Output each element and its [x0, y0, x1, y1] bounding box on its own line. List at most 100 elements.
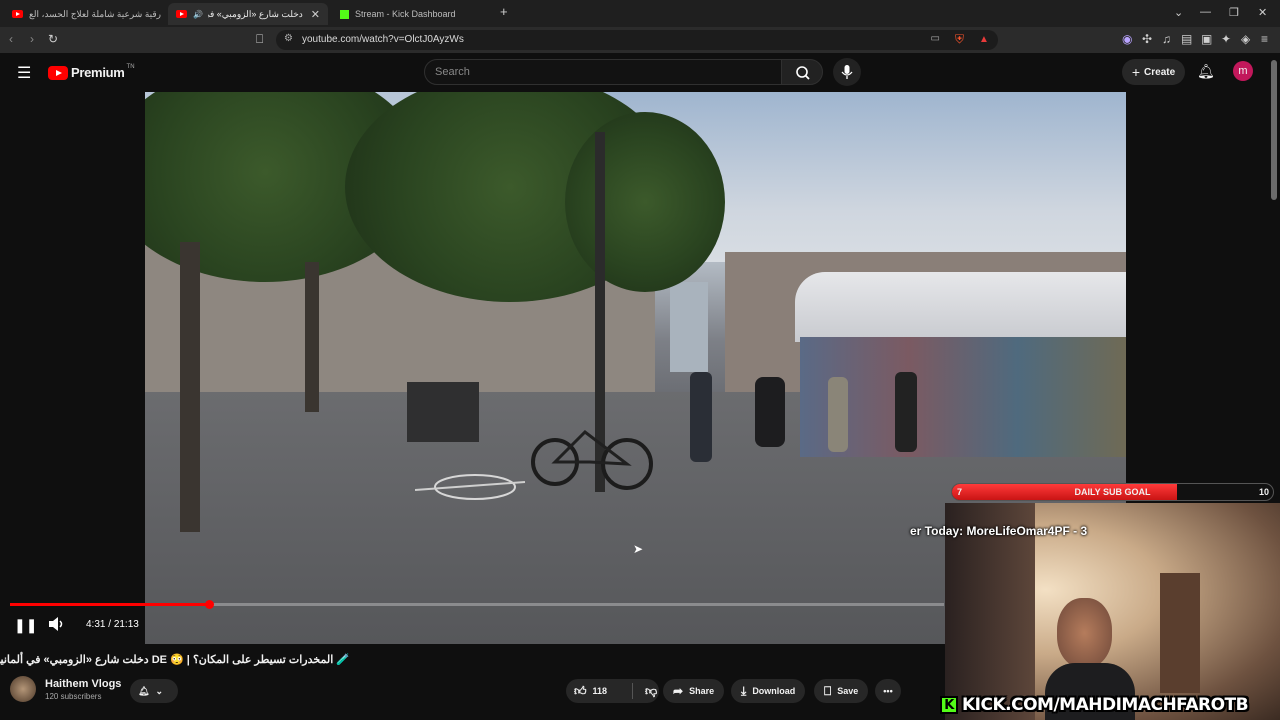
video-pedestrian: [828, 377, 848, 452]
speaker-icon: 🔊: [193, 9, 203, 19]
maximize-button[interactable]: ❐: [1229, 6, 1239, 19]
time-display: 4:31 / 21:13: [86, 619, 139, 630]
logo-text: Premium: [71, 65, 125, 80]
bell-icon: 🔔︎: [138, 685, 150, 696]
webcam-streamer-face: [1057, 598, 1112, 668]
tab-kick-dashboard[interactable]: Stream - Kick Dashboard: [332, 3, 497, 25]
download-icon: ⤓: [741, 683, 747, 698]
wallet-icon[interactable]: ▣: [1201, 32, 1212, 46]
browser-address-bar: ‹ › ↻ ⎕ ⚙ youtube.com/watch?v=OlctJ0AyzW…: [0, 27, 1280, 53]
youtube-header: ☰ Premium TN Search + Create 🔔︎ m: [0, 53, 1280, 92]
video-graffiti-wall: [800, 337, 1126, 457]
extension-icon[interactable]: ◉: [1122, 32, 1132, 46]
forward-icon[interactable]: ›: [30, 32, 34, 46]
account-avatar[interactable]: m: [1233, 61, 1253, 81]
cast-icon[interactable]: ▭: [931, 33, 940, 44]
progress-scrubber[interactable]: [204, 600, 214, 609]
avatar-letter: m: [1238, 65, 1248, 77]
share-icon: ➦: [673, 684, 684, 698]
tab-title: أقوى رقية شرعية شاملة لعلاج الحسد، الع: [29, 8, 164, 19]
time-separator: /: [108, 619, 112, 630]
video-tower: [670, 282, 708, 372]
volume-icon[interactable]: [48, 617, 66, 631]
kick-url-banner: K KICK.COM/MAHDIMACHFAROTB: [940, 690, 1280, 720]
video-tree-trunk: [305, 262, 319, 412]
like-dislike-group: 👍︎ 118 👎︎: [566, 679, 659, 703]
page-scrollbar[interactable]: [1271, 60, 1277, 200]
url-text: youtube.com/watch?v=OlctJ0AyzWs: [302, 34, 464, 45]
search-placeholder: Search: [435, 66, 470, 78]
goal-label: DAILY SUB GOAL: [1074, 487, 1151, 497]
channel-avatar[interactable]: [10, 676, 36, 702]
youtube-logo[interactable]: Premium TN: [48, 63, 135, 80]
music-icon[interactable]: ♫: [1162, 32, 1171, 46]
microphone-icon: [841, 65, 853, 79]
sidebar-icon[interactable]: ▤: [1181, 32, 1192, 46]
close-icon[interactable]: ✕: [311, 8, 320, 21]
share-label: Share: [689, 686, 715, 696]
chevron-down-icon: ⌄: [155, 685, 163, 696]
create-label: Create: [1144, 66, 1176, 78]
progress-bar[interactable]: [10, 600, 944, 609]
like-count: 118: [592, 686, 608, 696]
back-icon[interactable]: ‹: [9, 32, 13, 46]
kick-url-text: KICK.COM/MAHDIMACHFAROTB: [962, 695, 1249, 715]
brave-shield-icon[interactable]: ⛨: [955, 32, 964, 47]
mouse-cursor: ➤: [633, 542, 644, 556]
search-input[interactable]: Search: [424, 59, 782, 85]
chevron-down-icon[interactable]: ⌄: [1174, 6, 1183, 19]
video-tree: [565, 112, 725, 292]
time-current: 4:31: [86, 619, 106, 630]
share-button[interactable]: ➦ Share: [663, 679, 725, 703]
channel-name[interactable]: Haithem Vlogs: [45, 678, 121, 690]
webcam-door: [1160, 573, 1200, 693]
voice-search-button[interactable]: [833, 58, 861, 86]
subscribe-bell-button[interactable]: 🔔︎ ⌄: [130, 679, 178, 703]
subscriber-count: 120 subscribers: [45, 692, 102, 701]
create-button[interactable]: + Create: [1122, 59, 1185, 85]
thumbs-down-icon[interactable]: 👎︎: [645, 684, 657, 699]
new-tab-button[interactable]: +: [500, 4, 508, 19]
bookmark-icon: ⎕: [824, 683, 832, 698]
rewards-icon[interactable]: ▲: [979, 34, 989, 45]
youtube-play-icon: [48, 65, 68, 80]
close-window-button[interactable]: ✕: [1258, 6, 1267, 19]
sub-ticker: er Today: MoreLifeOmar4PF - 3: [910, 524, 1088, 538]
tab-title: Stream - Kick Dashboard: [355, 9, 456, 19]
daily-sub-goal-bar: 7 DAILY SUB GOAL 10: [951, 483, 1274, 501]
sparkle-icon[interactable]: ✦: [1221, 32, 1231, 46]
pause-icon[interactable]: ❚❚: [14, 617, 37, 634]
video-pedestrian: [895, 372, 917, 452]
tab-ruqyah[interactable]: أقوى رقية شرعية شاملة لعلاج الحسد، الع: [4, 3, 164, 25]
plus-icon: +: [1131, 64, 1141, 80]
minimize-button[interactable]: —: [1200, 6, 1211, 18]
search-button[interactable]: [781, 59, 823, 85]
menu-icon[interactable]: ≡: [1261, 32, 1268, 46]
logo-region: TN: [126, 63, 135, 70]
hamburger-menu-icon[interactable]: ☰: [17, 63, 31, 83]
url-field[interactable]: ⚙ youtube.com/watch?v=OlctJ0AyzWs ▭: [276, 30, 998, 50]
puzzle-icon[interactable]: ✣: [1142, 32, 1152, 46]
save-label: Save: [837, 686, 859, 696]
more-horizontal-icon: •••: [883, 686, 893, 696]
save-button[interactable]: ⎕ Save: [814, 679, 869, 703]
like-button[interactable]: 👍︎ 118: [574, 684, 626, 699]
video-trash-bins: [407, 382, 479, 442]
goal-target: 10: [1258, 487, 1269, 497]
reload-icon[interactable]: ↻: [48, 32, 58, 46]
video-fallen-bicycle: [415, 474, 526, 500]
vpn-icon[interactable]: ◈: [1241, 32, 1250, 46]
more-actions-button[interactable]: •••: [875, 679, 901, 703]
download-label: Download: [752, 686, 796, 696]
youtube-icon: [176, 10, 187, 18]
download-button[interactable]: ⤓ Download: [731, 679, 806, 703]
kick-icon: [340, 9, 349, 19]
tab-zombie-street[interactable]: 🔊 دخلت شارع «الزومبي» في ألما ✕: [168, 3, 328, 25]
notifications-bell-icon[interactable]: 🔔︎: [1197, 63, 1215, 80]
video-pedestrian: [690, 372, 712, 462]
site-info-icon[interactable]: ⚙: [284, 33, 293, 44]
bookmark-icon[interactable]: ⎕: [256, 32, 263, 47]
video-pedestrian: [755, 377, 785, 447]
video-tree-trunk: [180, 242, 200, 532]
browser-tab-bar: أقوى رقية شرعية شاملة لعلاج الحسد، الع 🔊…: [0, 0, 1280, 27]
